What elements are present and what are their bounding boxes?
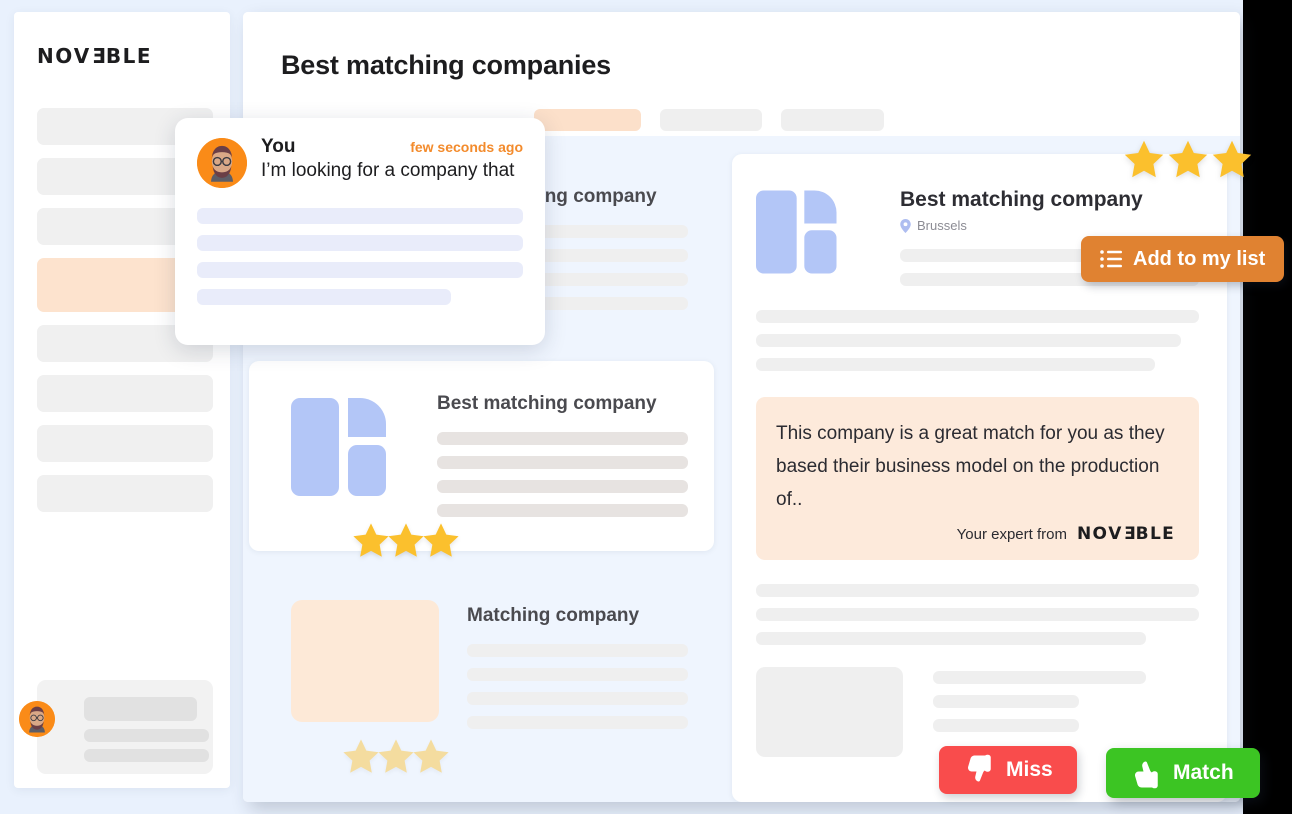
- page-title: Best matching companies: [281, 50, 611, 80]
- skeleton-line: [197, 289, 452, 305]
- chat-timestamp: few seconds ago: [410, 139, 523, 155]
- tab-1-active[interactable]: [534, 109, 641, 131]
- result-card-3[interactable]: Matching company: [249, 573, 714, 773]
- company-logo-mark: [291, 388, 409, 506]
- skeleton-line: [197, 262, 523, 278]
- result-card-2[interactable]: Best matching company: [249, 361, 714, 557]
- user-avatar-icon: [197, 138, 247, 188]
- sidebar-item-8[interactable]: [37, 475, 213, 512]
- result-card-3-rating-stars: [339, 735, 453, 779]
- chat-message-card: You few seconds ago I’m looking for a co…: [175, 118, 545, 345]
- miss-label: Miss: [1006, 758, 1053, 781]
- skeleton-line: [756, 584, 1199, 597]
- skeleton-line: [437, 504, 688, 517]
- thumbs-up-icon: [1128, 756, 1162, 790]
- tab-3[interactable]: [781, 109, 884, 131]
- sidebar-user-line-2: [84, 729, 209, 742]
- thumbs-down-icon: [961, 753, 995, 787]
- miss-button[interactable]: Miss: [939, 746, 1077, 794]
- novable-logo: NOVEBLE: [37, 44, 153, 68]
- skeleton-line: [467, 716, 688, 729]
- company-logo-mark: [756, 182, 874, 300]
- detail-rating-stars: [1120, 136, 1256, 184]
- result-card-2-title: Best matching company: [437, 393, 657, 414]
- expert-note-signature: Your expert from NOVEBLE: [776, 524, 1175, 544]
- detail-row-skeletons: [933, 667, 1199, 757]
- detail-company-title: Best matching company: [900, 188, 1143, 211]
- skeleton-line: [756, 358, 1155, 371]
- chat-skeleton-lines: [197, 208, 523, 305]
- chat-header: You few seconds ago I’m looking for a co…: [197, 136, 523, 188]
- sidebar-item-7[interactable]: [37, 425, 213, 462]
- expert-note-text: This company is a great match for you as…: [776, 423, 1165, 510]
- skeleton-line: [756, 310, 1199, 323]
- detail-thumbnail: [756, 667, 903, 757]
- skeleton-line: [437, 432, 688, 445]
- chat-meta: You few seconds ago: [261, 136, 523, 158]
- skeleton-line: [467, 668, 688, 681]
- detail-media-row: [756, 667, 1199, 757]
- chat-author: You: [261, 136, 296, 157]
- tab-2[interactable]: [660, 109, 762, 131]
- list-icon: [1100, 250, 1122, 268]
- match-label: Match: [1173, 761, 1234, 784]
- user-avatar-icon: [19, 701, 55, 737]
- match-button[interactable]: Match: [1106, 748, 1260, 798]
- add-to-my-list-label: Add to my list: [1133, 247, 1266, 270]
- expert-signature-prefix: Your expert from: [956, 526, 1067, 543]
- skeleton-line: [437, 456, 688, 469]
- expert-note-box: This company is a great match for you as…: [756, 397, 1199, 560]
- add-to-my-list-button[interactable]: Add to my list: [1081, 236, 1285, 282]
- skeleton-line: [933, 719, 1080, 732]
- novable-logo-small: NOVEBLE: [1076, 524, 1175, 544]
- skeleton-line: [467, 644, 688, 657]
- skeleton-line: [933, 695, 1080, 708]
- map-pin-icon: [900, 218, 911, 233]
- placeholder-image: [291, 600, 439, 722]
- skeleton-line: [756, 608, 1199, 621]
- detail-skeleton-block-top: [756, 310, 1199, 371]
- sidebar-user-line-3: [84, 749, 209, 762]
- sidebar-item-6[interactable]: [37, 375, 213, 412]
- detail-skeleton-block-bottom: [756, 584, 1199, 645]
- sidebar-user-line-1: [84, 697, 197, 721]
- result-card-3-title: Matching company: [467, 605, 640, 626]
- chat-message-text: I’m looking for a company that: [261, 160, 515, 181]
- skeleton-line: [756, 334, 1182, 347]
- detail-location-label: Brussels: [917, 218, 967, 233]
- app-screenshot: NOVEBLE Best matching companies Best mat…: [0, 0, 1292, 814]
- skeleton-line: [467, 692, 688, 705]
- detail-location: Brussels: [900, 218, 1199, 233]
- filter-tabs: [534, 109, 884, 131]
- skeleton-line: [437, 480, 688, 493]
- skeleton-line: [197, 208, 523, 224]
- skeleton-line: [933, 671, 1146, 684]
- skeleton-line: [756, 632, 1146, 645]
- sidebar-user-card[interactable]: [19, 680, 213, 774]
- result-card-2-rating-stars: [349, 519, 463, 563]
- skeleton-line: [197, 235, 523, 251]
